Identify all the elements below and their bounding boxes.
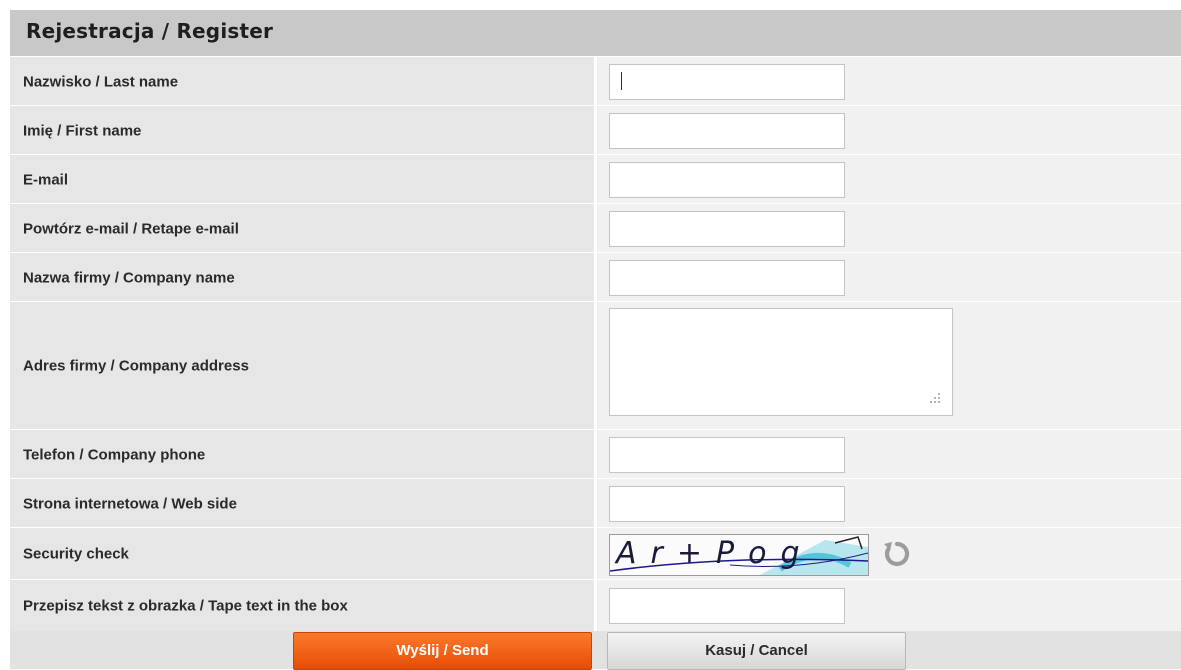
last-name-label: Nazwisko / Last name xyxy=(23,73,179,90)
email-input[interactable] xyxy=(609,161,845,198)
company-name-input[interactable] xyxy=(609,259,845,296)
website-input[interactable] xyxy=(609,485,845,522)
row-website: Strona internetowa / Web side xyxy=(10,478,1181,528)
row-last-name: Nazwisko / Last name xyxy=(10,56,1181,106)
captcha-answer-input[interactable] xyxy=(609,588,845,624)
company-address-label: Adres firmy / Company address xyxy=(23,357,249,375)
row-captcha-answer: Przepisz tekst z obrazka / Tape text in … xyxy=(10,579,1181,632)
first-name-label: Imię / First name xyxy=(23,122,142,139)
row-company-phone: Telefon / Company phone xyxy=(10,429,1181,479)
captcha-image: Ar+Pog xyxy=(609,534,869,576)
row-company-address: Adres firmy / Company address xyxy=(10,301,1181,430)
refresh-icon[interactable] xyxy=(882,539,912,569)
company-address-textarea[interactable] xyxy=(609,308,953,416)
security-check-label: Security check xyxy=(23,545,129,563)
form-header: Rejestracja / Register xyxy=(10,10,1181,56)
form-title: Rejestracja / Register xyxy=(26,19,274,43)
row-email: E-mail xyxy=(10,154,1181,204)
first-name-input[interactable] xyxy=(609,112,845,149)
button-bar: Wyślij / Send Kasuj / Cancel xyxy=(10,631,1181,670)
row-first-name: Imię / First name xyxy=(10,105,1181,155)
email-label: E-mail xyxy=(23,171,69,188)
last-name-input[interactable] xyxy=(609,63,845,100)
text-cursor xyxy=(621,72,622,90)
row-company-name: Nazwa firmy / Company name xyxy=(10,252,1181,302)
retype-email-input[interactable] xyxy=(609,210,845,247)
resize-grip-icon[interactable] xyxy=(927,390,941,404)
company-phone-input[interactable] xyxy=(609,436,845,473)
captcha-answer-label: Przepisz tekst z obrazka / Tape text in … xyxy=(23,597,348,615)
send-button[interactable]: Wyślij / Send xyxy=(293,632,592,670)
website-label: Strona internetowa / Web side xyxy=(23,495,237,512)
registration-form: Rejestracja / Register Nazwisko / Last n… xyxy=(10,10,1181,670)
row-retype-email: Powtórz e-mail / Retape e-mail xyxy=(10,203,1181,253)
row-security-check: Security check Ar+Pog xyxy=(10,527,1181,580)
captcha-text: Ar+Pog xyxy=(616,536,814,571)
company-name-label: Nazwa firmy / Company name xyxy=(23,269,235,286)
cancel-button[interactable]: Kasuj / Cancel xyxy=(607,632,906,670)
company-phone-label: Telefon / Company phone xyxy=(23,446,206,463)
retype-email-label: Powtórz e-mail / Retape e-mail xyxy=(23,220,239,237)
